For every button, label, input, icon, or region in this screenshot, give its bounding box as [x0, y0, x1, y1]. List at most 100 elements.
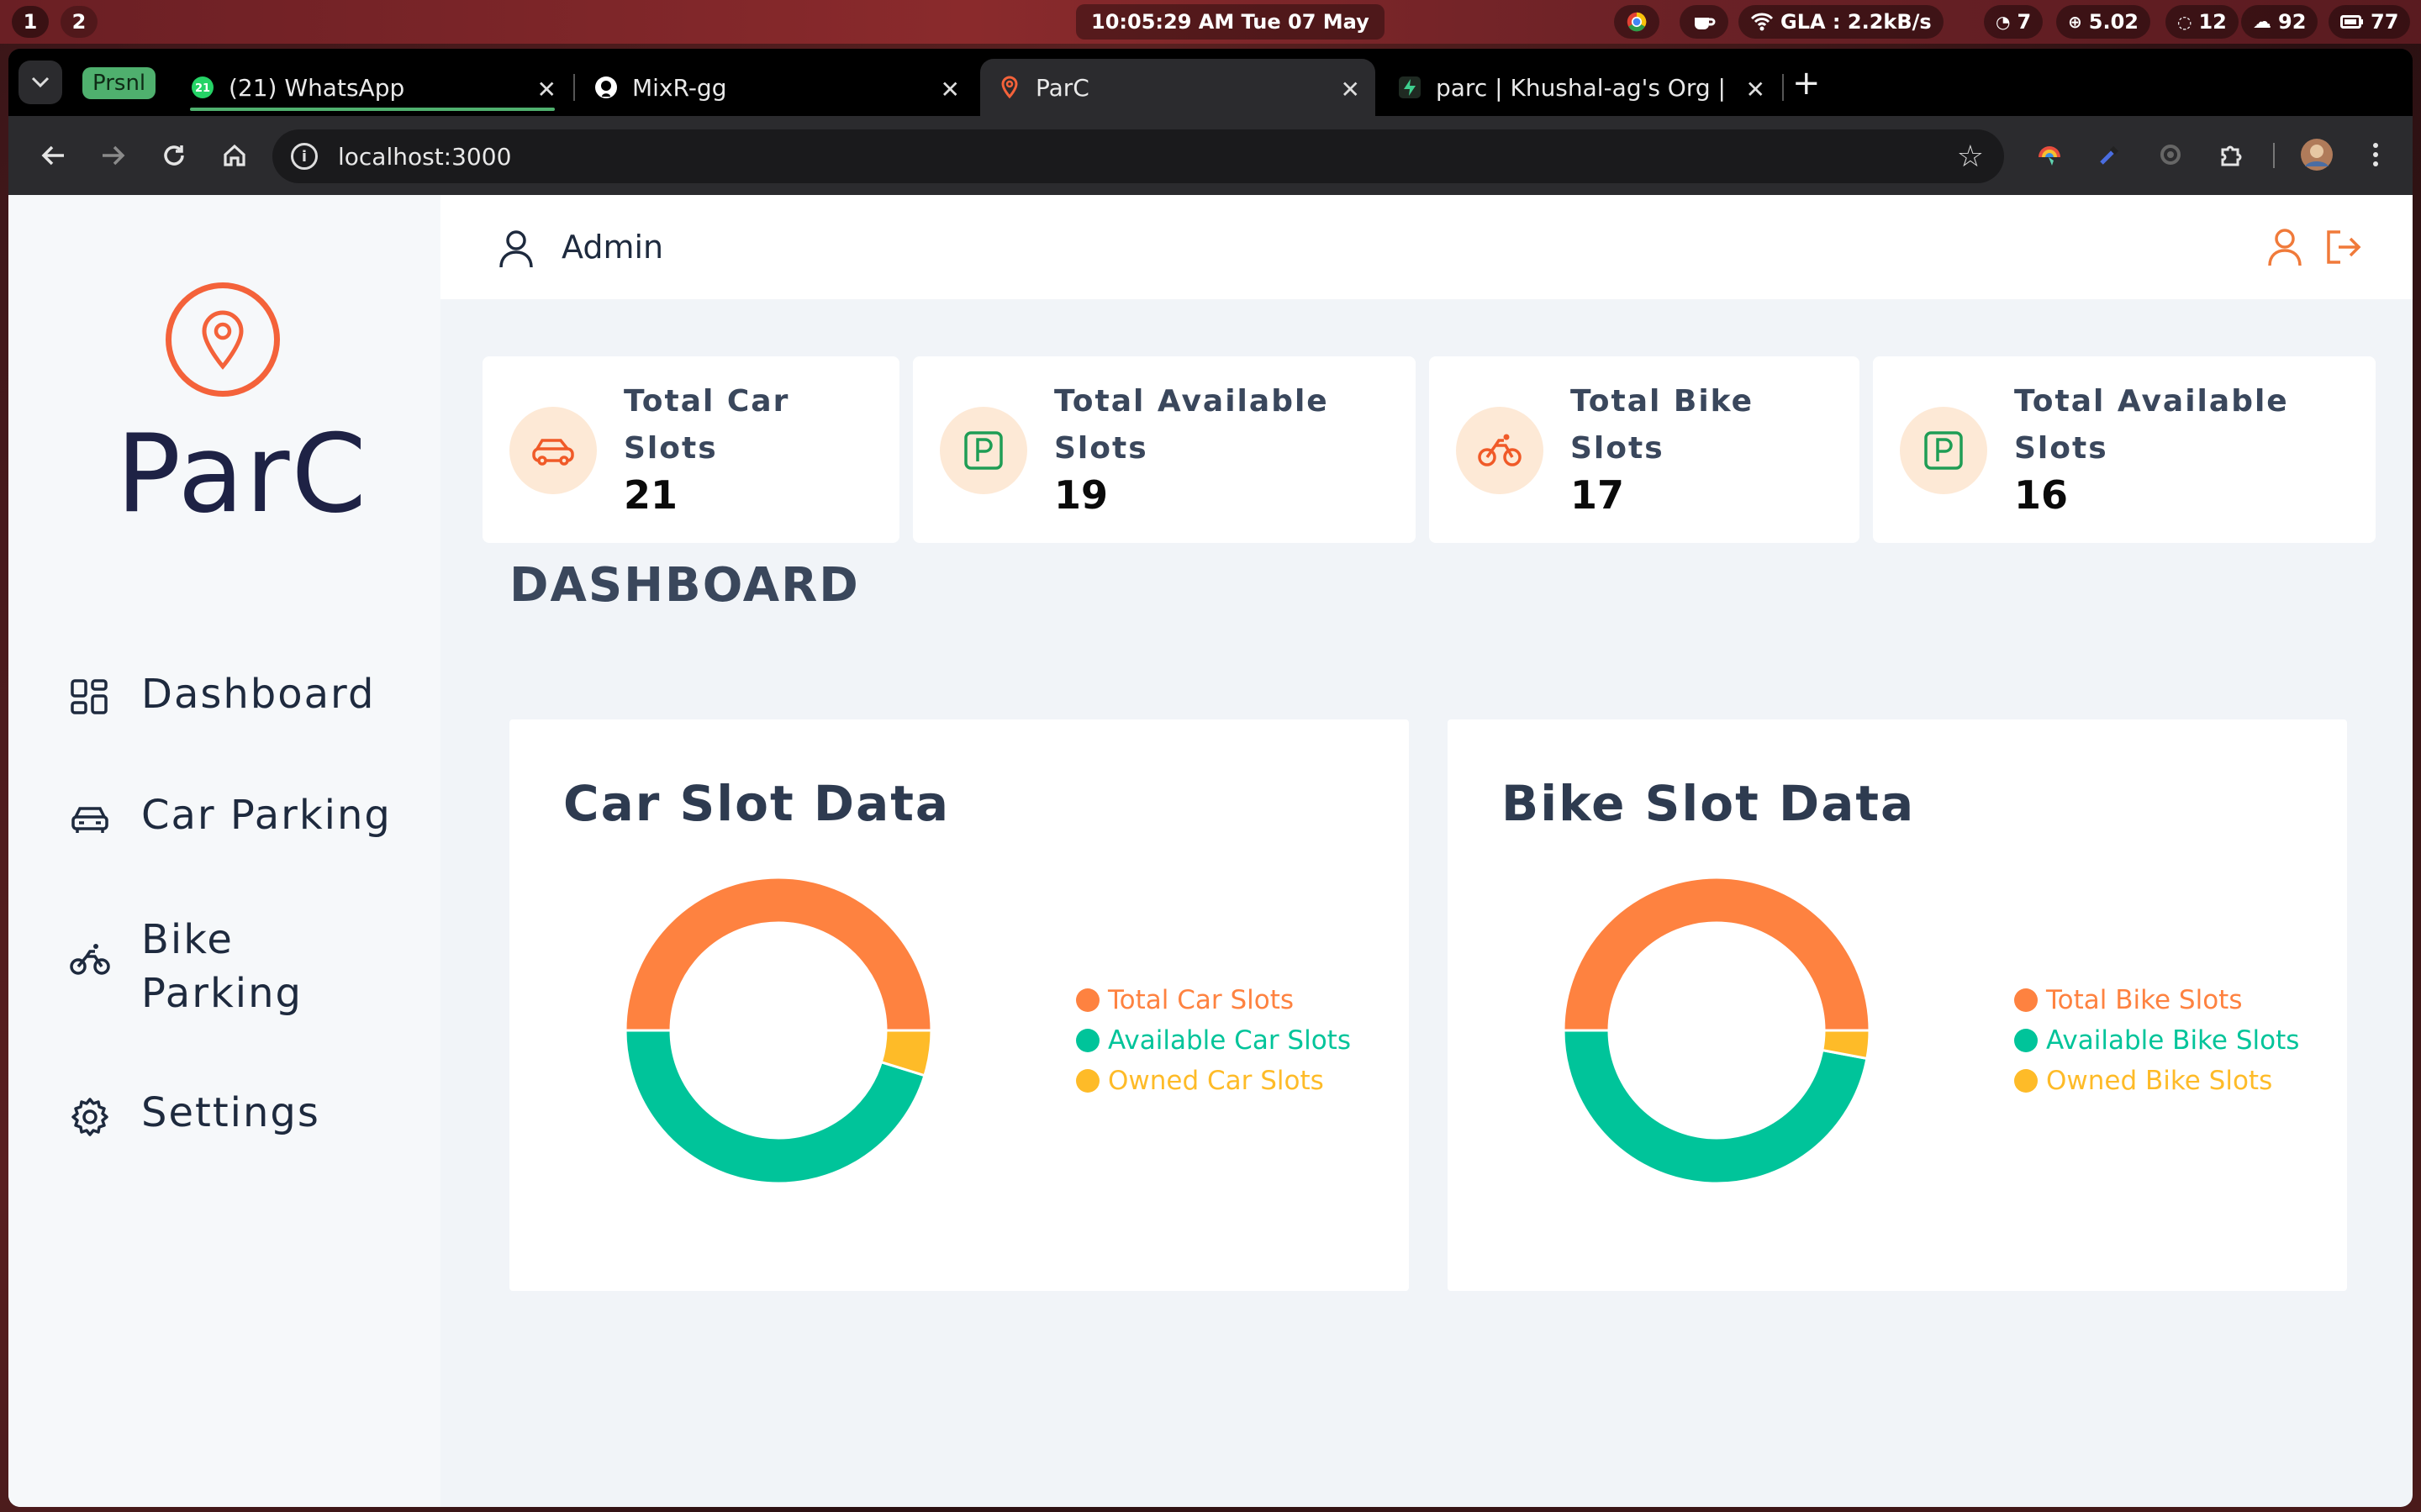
reload-button[interactable]	[155, 136, 193, 175]
back-button[interactable]	[34, 136, 72, 175]
stat-label: Total Bike Slots	[1570, 384, 1754, 466]
tab-title: parc | Khushal-ag's Org |	[1436, 73, 1726, 102]
home-icon	[224, 144, 245, 166]
tab-whatsapp[interactable]: 21 (21) WhatsApp ✕	[173, 59, 572, 116]
extensions-puzzle-icon[interactable]	[2214, 138, 2248, 171]
parking-icon	[1924, 431, 1963, 470]
sync-extension-icon[interactable]	[2154, 138, 2187, 171]
tab-title: ParC	[1036, 73, 1089, 102]
site-info-icon[interactable]: i	[291, 143, 318, 170]
workspace-label: 1	[23, 10, 38, 34]
address-bar[interactable]: i localhost:3000 ☆	[272, 129, 2004, 183]
legend-item[interactable]: Owned Car Slots	[1076, 1061, 1351, 1101]
chrome-tray-icon[interactable]	[1614, 5, 1659, 39]
tab-parc[interactable]: ParC ✕	[980, 59, 1375, 116]
tab-title: (21) WhatsApp	[229, 73, 405, 102]
close-icon[interactable]: ✕	[1341, 76, 1360, 103]
workspace-2[interactable]: 2	[61, 6, 98, 38]
browser-menu-button[interactable]	[2359, 138, 2392, 171]
bike-slot-legend: Total Bike Slots Available Bike Slots Owne…	[2014, 980, 2299, 1101]
tab-separator	[573, 74, 575, 101]
bike-icon	[1478, 434, 1522, 466]
tab-group-label[interactable]: Prsnl	[82, 67, 156, 99]
network-status[interactable]: GLA : 2.2kB/s	[1738, 5, 1944, 39]
forward-button[interactable]	[94, 136, 133, 175]
home-button[interactable]	[215, 136, 254, 175]
legend-label: Total Car Slots	[1108, 985, 1295, 1015]
donut-slice-2[interactable]	[624, 1029, 926, 1185]
tab-search-button[interactable]	[18, 61, 62, 104]
user-icon	[499, 230, 533, 268]
donut-slice-1[interactable]	[624, 876, 933, 1032]
stat-value: 21	[624, 472, 678, 518]
sidebar-item-bike-parking[interactable]: Bike Parking	[69, 913, 303, 1020]
legend-label: Available Bike Slots	[2046, 1025, 2300, 1056]
memory-status[interactable]: ◌ 12	[2165, 5, 2239, 39]
storm-icon: ☁	[2253, 11, 2271, 33]
tab-vercel[interactable]: parc | Khushal-ag's Org | ✕	[1380, 59, 1780, 116]
browser-toolbar: i localhost:3000 ☆	[8, 116, 2413, 195]
bike-slot-donut-chart	[1562, 876, 1871, 1185]
sidebar-item-car-parking[interactable]: Car Parking	[69, 792, 392, 840]
weather-value: 92	[2278, 10, 2307, 34]
new-tab-button[interactable]: +	[1792, 64, 1821, 103]
load-status[interactable]: ⊕ 5.02	[2056, 5, 2150, 39]
sidebar-item-label: Car Parking	[141, 792, 392, 839]
color-picker-extension-icon[interactable]	[2033, 138, 2066, 171]
stat-label: Total Available Slots	[2014, 384, 2289, 466]
brand-name: ParC	[116, 412, 368, 537]
cpu-status[interactable]: ◔ 7	[1984, 5, 2044, 39]
logo	[166, 282, 280, 397]
arrow-right-icon	[103, 145, 125, 166]
legend-label: Owned Car Slots	[1108, 1066, 1324, 1096]
admin-label: Admin	[562, 229, 664, 266]
clock[interactable]: 10:05:29 AM Tue 07 May	[1076, 4, 1385, 40]
profile-button-icon[interactable]	[2266, 227, 2303, 267]
sidebar-item-dashboard[interactable]: Dashboard	[69, 671, 375, 719]
legend-item[interactable]: Available Car Slots	[1076, 1020, 1351, 1061]
battery-value: 77	[2371, 10, 2399, 34]
legend-swatch	[2014, 1069, 2038, 1093]
profile-avatar[interactable]	[2300, 138, 2334, 171]
chevron-down-icon	[31, 76, 50, 88]
car-slot-chart-card: Car Slot Data Total Car Slots Available C…	[509, 719, 1409, 1291]
sidebar-item-settings[interactable]: Settings	[69, 1089, 320, 1138]
donut-slice-1[interactable]	[1562, 876, 1871, 1032]
url-text: localhost:3000	[338, 142, 512, 171]
close-icon[interactable]: ✕	[537, 76, 556, 103]
legend-item[interactable]: Available Bike Slots	[2014, 1020, 2299, 1061]
page-title: DASHBOARD	[509, 558, 860, 613]
coffee-icon[interactable]	[1680, 5, 1728, 39]
stat-icon-wrap	[1900, 407, 1987, 494]
legend-item[interactable]: Owned Bike Slots	[2014, 1061, 2299, 1101]
page-viewport: ParC Dashboard Car Parking Bike Parking …	[8, 195, 2413, 1507]
close-icon[interactable]: ✕	[1746, 76, 1765, 103]
legend-swatch	[2014, 1029, 2038, 1052]
close-icon[interactable]: ✕	[941, 76, 960, 103]
tab-title: MixR-gg	[632, 73, 727, 102]
weather-status[interactable]: ☁ 92	[2241, 5, 2318, 39]
tab-group-name: Prsnl	[92, 71, 146, 96]
whatsapp-icon: 21	[190, 75, 215, 100]
tab-separator	[1782, 74, 1784, 101]
grid-icon	[71, 679, 108, 714]
bike-icon	[70, 944, 110, 975]
sidebar-item-label: Dashboard	[141, 671, 376, 718]
workspace-label: 2	[71, 10, 87, 34]
system-bar: 1 2 10:05:29 AM Tue 07 May GLA : 2.2kB/s…	[0, 0, 2421, 44]
logout-icon[interactable]	[2323, 227, 2362, 267]
legend-label: Owned Bike Slots	[2046, 1066, 2273, 1096]
eyedropper-extension-icon[interactable]	[2093, 138, 2127, 171]
stat-icon-wrap	[940, 407, 1027, 494]
stat-icon-wrap	[1456, 407, 1543, 494]
top-header: Admin	[440, 195, 2413, 299]
bookmark-star-icon[interactable]: ☆	[1957, 140, 1984, 174]
battery-status[interactable]: 77	[2329, 5, 2411, 39]
memory-icon: ◌	[2177, 12, 2192, 32]
legend-item[interactable]: Total Bike Slots	[2014, 980, 2299, 1020]
workspace-1[interactable]: 1	[12, 6, 49, 38]
stat-card-total-car-slots: Total Car Slots 21	[483, 356, 899, 543]
donut-slice-2[interactable]	[1562, 1029, 1869, 1185]
legend-item[interactable]: Total Car Slots	[1076, 980, 1351, 1020]
tab-mixr[interactable]: MixR-gg ✕	[577, 59, 975, 116]
